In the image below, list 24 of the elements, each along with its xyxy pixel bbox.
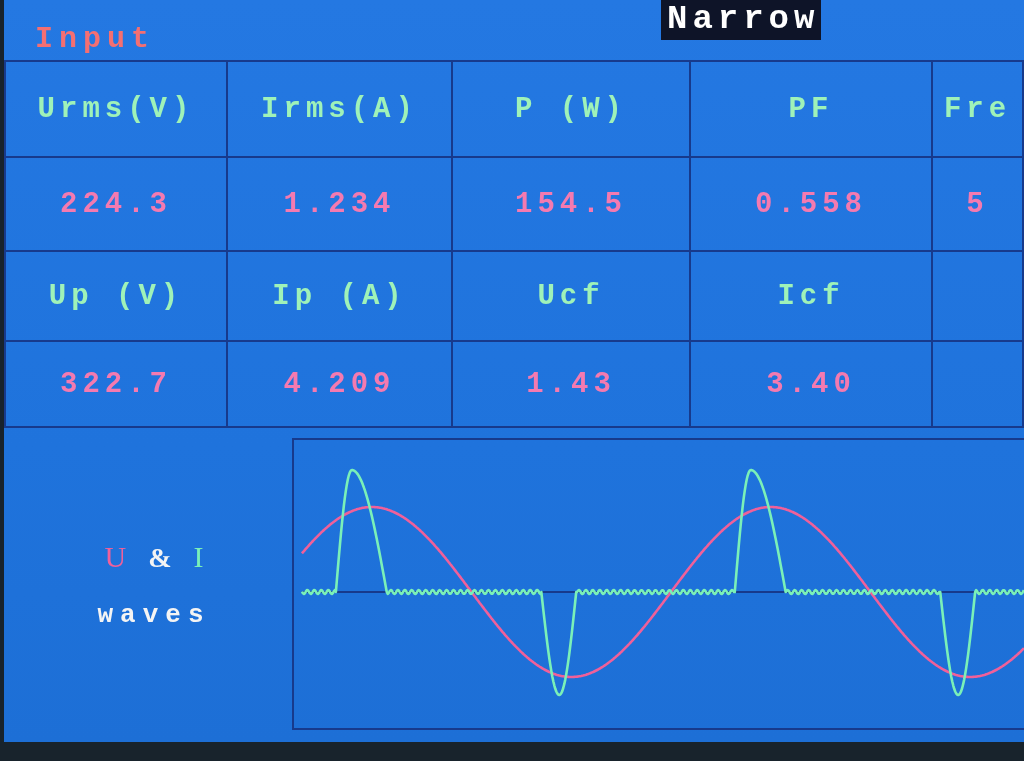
- table-header-cell: Icf: [691, 252, 933, 342]
- table-cell: 0.558: [691, 158, 933, 252]
- table-cell: 4.209: [228, 342, 453, 428]
- table-header-cell: Fre: [933, 62, 1024, 158]
- table-header-cell: Ip (A): [228, 252, 453, 342]
- table-cell: 154.5: [453, 158, 691, 252]
- table-cell: 3.40: [691, 342, 933, 428]
- table-cell: 1.234: [228, 158, 453, 252]
- mode-badge: Narrow: [661, 0, 822, 40]
- table-header-cell: PF: [691, 62, 933, 158]
- legend-label: U: [104, 540, 127, 574]
- table-header-cell: Irms(A): [228, 62, 453, 158]
- legend-joiner: &: [148, 542, 172, 574]
- caption-text: waves: [97, 600, 211, 630]
- legend-label: I: [193, 540, 204, 574]
- table-cell: 322.7: [6, 342, 228, 428]
- title-text: Input: [35, 22, 155, 56]
- table-cell: 5: [933, 158, 1024, 252]
- table-header-cell: Urms(V): [6, 62, 228, 158]
- table-header-cell: Ucf: [453, 252, 691, 342]
- table-header-cell: P (W): [453, 62, 691, 158]
- table-header-cell: Up (V): [6, 252, 228, 342]
- table-cell: 1.43: [453, 342, 691, 428]
- table-cell: 224.3: [6, 158, 228, 252]
